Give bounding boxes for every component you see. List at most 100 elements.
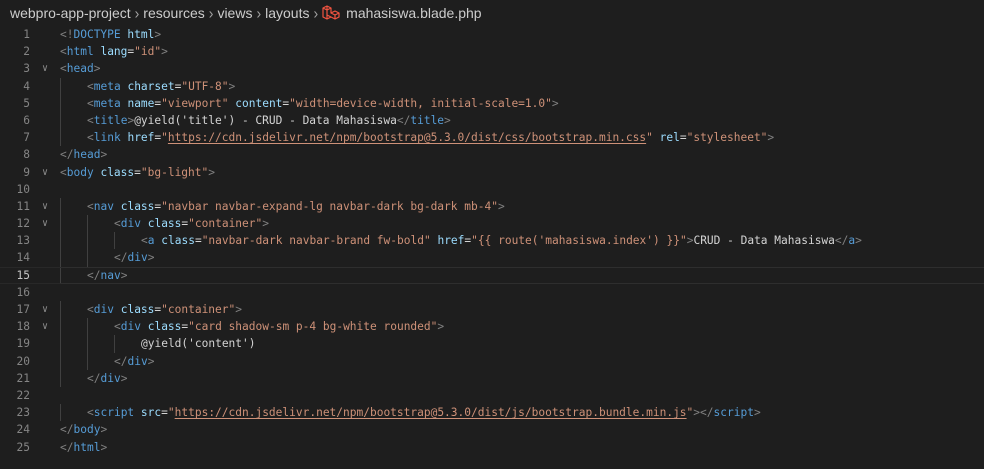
breadcrumb-item-views[interactable]: views bbox=[217, 5, 252, 21]
code-token: > bbox=[753, 406, 761, 420]
code-token: </ bbox=[834, 234, 849, 248]
line-number: 24 bbox=[16, 423, 30, 437]
code-token: href bbox=[437, 234, 465, 248]
code-editor[interactable]: webpro-app-project › resources › views ›… bbox=[0, 0, 984, 469]
code-token: </ bbox=[87, 268, 101, 282]
fold-chevron-icon[interactable]: ∨ bbox=[39, 318, 51, 335]
line-number: 19 bbox=[16, 337, 30, 351]
code-line[interactable]: 25 </html> bbox=[0, 439, 984, 456]
code-line[interactable]: 6 <title>@yield('title') - CRUD - Data Ma… bbox=[0, 111, 984, 130]
line-content[interactable]: </nav> bbox=[87, 267, 127, 284]
indent-guide bbox=[87, 232, 88, 250]
code-line[interactable]: 15 </nav> bbox=[0, 266, 984, 285]
code-line[interactable]: 11 ∨ <nav class="navbar navbar-expand-lg n… bbox=[0, 197, 984, 216]
code-token: @yield('title') - CRUD - Data Mahasiswa bbox=[134, 113, 397, 127]
code-line[interactable]: 18 ∨ <div class="card shadow-sm p-4 bg-whi… bbox=[0, 318, 984, 336]
code-token: class bbox=[120, 303, 155, 316]
line-content[interactable]: </head> bbox=[60, 146, 107, 163]
code-line[interactable]: 16 bbox=[0, 284, 984, 301]
code-line[interactable]: 7 <link href = "https://cdn.jsdelivr.net/np… bbox=[0, 129, 984, 147]
fold-chevron-icon[interactable]: ∨ bbox=[39, 215, 51, 232]
code-token: "{{ route('mahasiswa.index') }}" bbox=[471, 234, 687, 248]
code-token: div bbox=[120, 320, 141, 334]
line-content[interactable]: <link href = "https://cdn.jsdelivr.net/npm… bbox=[87, 129, 774, 146]
line-content[interactable]: <div class="container"> bbox=[114, 215, 269, 232]
code-line[interactable]: 17 ∨ <div class="container"> bbox=[0, 301, 984, 319]
line-content[interactable]: </html> bbox=[60, 439, 107, 456]
line-content[interactable]: <body class="bg-light"> bbox=[60, 164, 215, 181]
code-token: a bbox=[147, 234, 155, 248]
code-line[interactable]: 10 bbox=[0, 181, 984, 198]
code-token: = bbox=[134, 165, 141, 179]
indent-guide bbox=[60, 404, 61, 422]
fold-chevron-icon[interactable]: ∨ bbox=[39, 164, 51, 181]
breadcrumb-file-name[interactable]: mahasiswa.blade.php bbox=[346, 5, 481, 21]
code-line[interactable]: 22 bbox=[0, 387, 984, 404]
line-content[interactable]: <div class="container"> bbox=[87, 301, 242, 318]
code-token: div bbox=[127, 354, 148, 368]
indent-guide bbox=[114, 335, 115, 353]
code-token: class bbox=[147, 320, 182, 334]
line-content[interactable]: <nav class="navbar navbar-expand-lg navb… bbox=[87, 198, 505, 215]
code-token: < bbox=[114, 320, 121, 334]
code-token: class bbox=[120, 199, 155, 213]
line-content[interactable]: <div class="card shadow-sm p-4 bg-white … bbox=[114, 318, 444, 335]
code-token: "container" bbox=[161, 303, 236, 316]
code-line[interactable]: 23 <script src="https://cdn.jsdelivr.net/… bbox=[0, 404, 984, 422]
code-token: title bbox=[410, 113, 445, 127]
line-number: 15 bbox=[16, 268, 30, 282]
line-content[interactable]: <meta name="viewport" content="width=dev… bbox=[87, 95, 559, 112]
line-content[interactable]: </body> bbox=[60, 421, 107, 438]
code-line[interactable]: 5 <meta name="viewport" content="width=de… bbox=[0, 94, 984, 112]
code-token: > bbox=[100, 148, 108, 162]
code-line[interactable]: 14 </div> bbox=[0, 249, 984, 267]
breadcrumb-item-layouts[interactable]: layouts bbox=[265, 5, 309, 21]
code-token: CRUD - Data Mahasiswa bbox=[693, 234, 835, 248]
line-content[interactable]: <head> bbox=[60, 60, 100, 77]
line-number: 9 bbox=[23, 165, 30, 179]
line-number: 10 bbox=[16, 182, 30, 196]
code-token: https://cdn.jsdelivr.net/npm/bootstrap@5… bbox=[174, 406, 687, 420]
line-content[interactable]: <!DOCTYPE html> bbox=[60, 26, 161, 43]
code-line[interactable]: 8 </head> bbox=[0, 146, 984, 163]
code-line[interactable]: 21 </div> bbox=[0, 369, 984, 387]
code-line[interactable]: 13 <a class="navbar-dark navbar-brand fw-… bbox=[0, 232, 984, 250]
code-line[interactable]: 24 </body> bbox=[0, 421, 984, 438]
code-token: ></ bbox=[693, 406, 714, 420]
line-content[interactable]: <title>@yield('title') - CRUD - Data Mah… bbox=[87, 112, 451, 129]
fold-chevron-icon[interactable]: ∨ bbox=[39, 301, 51, 318]
code-token: " bbox=[161, 131, 168, 145]
line-content[interactable]: <meta charset="UTF-8"> bbox=[87, 78, 235, 95]
fold-chevron-icon[interactable]: ∨ bbox=[39, 198, 51, 215]
code-line[interactable]: 4 <meta charset="UTF-8"> bbox=[0, 77, 984, 95]
code-line[interactable]: 1 <!DOCTYPE html> bbox=[0, 26, 984, 43]
code-line[interactable]: 2 <html lang="id"> bbox=[0, 43, 984, 60]
line-content[interactable]: @yield('content') bbox=[141, 335, 256, 352]
code-line[interactable]: 9 ∨ <body class="bg-light"> bbox=[0, 164, 984, 181]
code-token: div bbox=[100, 371, 121, 385]
code-line[interactable]: 19 @yield('content') bbox=[0, 335, 984, 353]
line-content[interactable]: </div> bbox=[114, 353, 154, 370]
code-token: lang bbox=[100, 45, 128, 59]
code-line[interactable]: 3 ∨ <head> bbox=[0, 60, 984, 77]
chevron-right-icon: › bbox=[134, 4, 140, 22]
code-token: > bbox=[100, 423, 108, 437]
code-token: "navbar navbar-expand-lg navbar-dark bg-… bbox=[161, 199, 498, 213]
code-line[interactable]: 12 ∨ <div class="container"> bbox=[0, 215, 984, 233]
breadcrumb-item-project[interactable]: webpro-app-project bbox=[10, 5, 131, 21]
code-token: > bbox=[120, 268, 128, 282]
code-area[interactable]: 1 <!DOCTYPE html> 2 <html lang="id"> 3 ∨ <head… bbox=[0, 26, 984, 456]
indent-guide bbox=[87, 352, 88, 370]
line-content[interactable]: <a class="navbar-dark navbar-brand fw-bo… bbox=[141, 232, 862, 249]
code-token: < bbox=[60, 45, 67, 59]
breadcrumb-item-resources[interactable]: resources bbox=[143, 5, 204, 21]
code-token: div bbox=[93, 303, 114, 316]
line-content[interactable]: </div> bbox=[114, 249, 154, 266]
code-token: > bbox=[147, 251, 155, 265]
code-token: > bbox=[444, 113, 451, 127]
code-line[interactable]: 20 </div> bbox=[0, 352, 984, 370]
line-content[interactable]: </div> bbox=[87, 370, 127, 387]
line-content[interactable]: <script src="https://cdn.jsdelivr.net/np… bbox=[87, 404, 761, 421]
fold-chevron-icon[interactable]: ∨ bbox=[39, 60, 51, 77]
line-content[interactable]: <html lang="id"> bbox=[60, 43, 168, 60]
